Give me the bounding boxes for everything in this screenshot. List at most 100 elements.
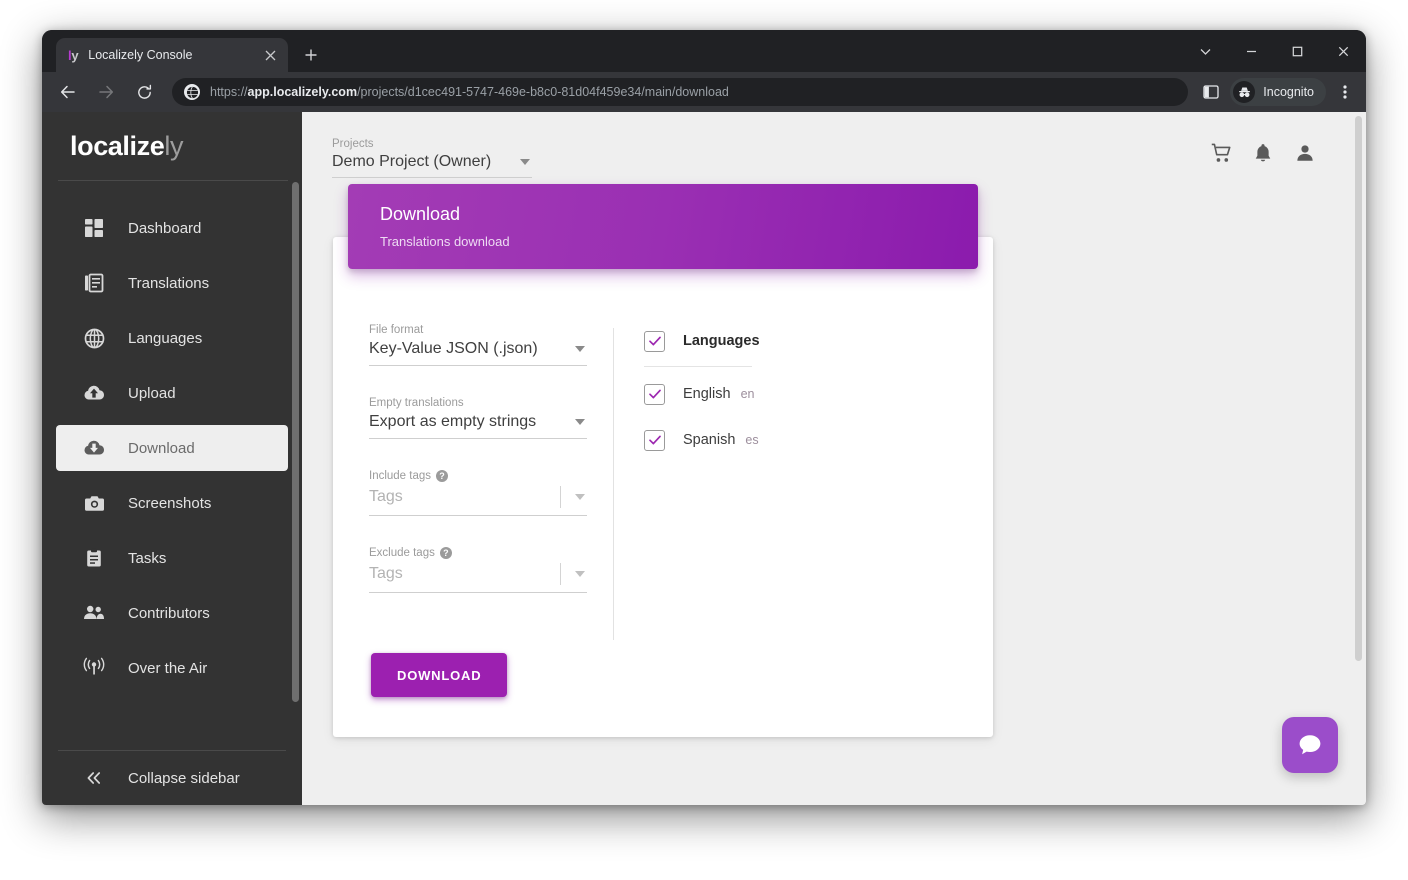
language-name: English [683,386,731,402]
incognito-icon [1233,81,1256,103]
back-icon[interactable] [52,76,84,108]
help-icon[interactable]: ? [436,470,449,482]
checkbox[interactable] [644,429,665,451]
collapse-sidebar-button[interactable]: Collapse sidebar [42,751,302,805]
sidebar-item-label: Upload [128,384,176,402]
address-bar[interactable]: https://app.localizely.com/projects/d1ce… [172,78,1189,106]
empty-translations-field[interactable]: Empty translations Export as empty strin… [369,397,613,439]
new-tab-button[interactable] [298,42,324,68]
include-tags-label-text: Include tags [369,470,432,482]
chat-support-button[interactable] [1282,717,1338,773]
checkbox[interactable] [644,330,665,352]
file-format-select[interactable]: Key-Value JSON (.json) [369,340,587,366]
close-tab-icon[interactable] [259,44,281,66]
sidebar-item-label: Download [128,439,195,457]
sidebar-item-translations[interactable]: Translations [56,260,288,306]
sidebar-item-label: Contributors [128,604,210,622]
sidebar-item-label: Dashboard [128,219,202,237]
localizely-logo[interactable]: localize ly [42,112,302,180]
maximize-icon[interactable] [1274,30,1320,72]
file-format-field[interactable]: File format Key-Value JSON (.json) [369,324,613,366]
main-content: Projects Demo Project (Owner) Download T… [302,112,1366,805]
browser-tab-title: Localizely Console [88,48,193,62]
include-tags-label: Include tags ? [369,470,613,482]
include-tags-field[interactable]: Include tags ? Tags [369,470,613,516]
cloud-download-icon [82,436,106,460]
forward-icon[interactable] [90,76,122,108]
checkbox[interactable] [644,383,665,405]
project-selector[interactable]: Projects Demo Project (Owner) [332,138,532,184]
chevron-down-icon [575,419,585,425]
language-row-english[interactable]: English en [644,377,993,411]
chevron-down-icon[interactable] [1182,30,1228,72]
sidebar-footer: Collapse sidebar [42,750,302,805]
exclude-tags-input-row[interactable]: Tags [369,563,587,593]
camera-icon [82,491,106,515]
browser-toolbar: https://app.localizely.com/projects/d1ce… [42,72,1366,112]
double-chevron-left-icon [82,766,106,790]
incognito-label: Incognito [1263,85,1314,99]
input-divider [560,563,561,585]
sidebar-item-screenshots[interactable]: Screenshots [56,480,288,526]
sidebar-item-contributors[interactable]: Contributors [56,590,288,636]
url-path: /projects/d1cec491-5747-469e-b8c0-81d04f… [357,85,729,99]
sidebar-item-languages[interactable]: Languages [56,315,288,361]
download-form-card: File format Key-Value JSON (.json) Empty… [333,237,993,737]
sidebar-item-label: Tasks [128,549,167,567]
sidebar-item-download[interactable]: Download [56,425,288,471]
sidebar-item-label: Over the Air [128,659,208,677]
help-icon[interactable]: ? [439,547,452,559]
exclude-tags-field[interactable]: Exclude tags ? Tags [369,547,613,593]
url-text: https://app.localizely.com/projects/d1ce… [210,85,729,99]
url-host: app.localizely.com [247,85,358,99]
sidebar-item-upload[interactable]: Upload [56,370,288,416]
sidebar-item-label: Languages [128,329,203,347]
bell-icon[interactable] [1242,132,1284,174]
close-window-icon[interactable] [1320,30,1366,72]
logo-light-part: ly [164,130,184,161]
globe-icon [82,326,106,350]
languages-divider [644,366,752,367]
minimize-icon[interactable] [1228,30,1274,72]
page-title: Download [380,204,461,224]
download-button[interactable]: DOWNLOAD [371,653,508,697]
language-name: Spanish [683,432,736,448]
language-row-spanish[interactable]: Spanish es [644,423,993,457]
logo-bold-part: localize [70,130,165,161]
sidebar-scrollbar[interactable] [292,182,299,702]
empty-translations-value: Export as empty strings [369,413,537,430]
include-tags-input-row[interactable]: Tags [369,486,587,516]
language-code: es [745,433,759,447]
empty-translations-select[interactable]: Export as empty strings [369,413,587,439]
download-options-column: File format Key-Value JSON (.json) Empty… [333,324,613,640]
browser-tab-strip: ly Localizely Console [42,30,1366,72]
panel-header: Download Translations download [348,184,978,269]
account-icon[interactable] [1284,132,1326,174]
side-panel-icon[interactable] [1196,77,1226,107]
chevron-down-icon [575,346,585,352]
file-format-label: File format [369,324,424,336]
include-tags-placeholder: Tags [369,488,403,505]
incognito-indicator[interactable]: Incognito [1230,78,1326,106]
sidebar-item-tasks[interactable]: Tasks [56,535,288,581]
project-selected-value: Demo Project (Owner) [332,153,492,170]
cart-icon[interactable] [1200,132,1242,174]
browser-menu-icon[interactable] [1330,77,1360,107]
app-sidebar: localize ly Dashboard Translations Langu… [42,112,302,805]
project-select-row[interactable]: Demo Project (Owner) [332,153,532,178]
reload-icon[interactable] [128,76,160,108]
sidebar-item-label: Screenshots [128,494,212,512]
languages-select-all-row[interactable]: Languages [644,324,993,358]
cloud-upload-icon [82,381,106,405]
content-scrollbar[interactable] [1355,116,1362,661]
sidebar-item-over-the-air[interactable]: Over the Air [56,645,288,691]
sidebar-nav: Dashboard Translations Languages Upload … [42,181,302,691]
sidebar-item-dashboard[interactable]: Dashboard [56,205,288,251]
window-controls [1182,30,1366,72]
browser-tab[interactable]: ly Localizely Console [56,38,288,72]
people-icon [82,601,106,625]
